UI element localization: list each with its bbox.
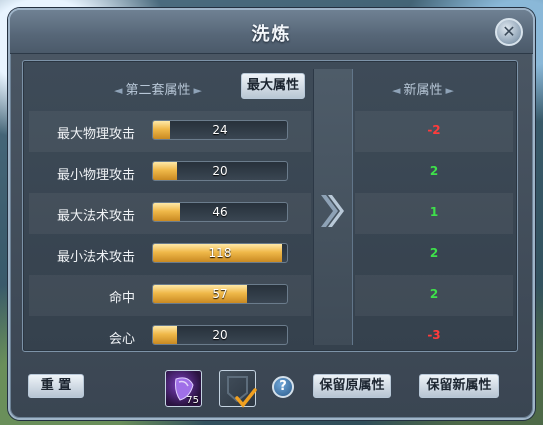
attribute-delta: 2	[429, 164, 439, 178]
attribute-label: 最大法术攻击	[56, 209, 135, 224]
title-bar[interactable]: 洗炼 ✕	[10, 10, 533, 54]
max-attributes-button[interactable]: 最大属性	[241, 73, 305, 99]
attribute-bar: 57	[152, 284, 288, 304]
refine-window: 洗炼 ✕ ◄ 第二套属性 ► 最大属性 ◄ 新属性 ► 最大物理攻击 24 -2 最小物…	[8, 8, 535, 420]
new-attributes-header: ◄ 新属性 ►	[389, 79, 457, 98]
attribute-row: 最小法术攻击 118 2	[23, 234, 519, 275]
attribute-value: 57	[212, 287, 228, 301]
new-attributes-title: 新属性	[403, 83, 443, 98]
ornament-right-icon: ►	[445, 84, 454, 97]
attribute-row: 最大法术攻击 46 1	[23, 193, 519, 234]
attribute-bar: 118	[152, 243, 288, 263]
checkmark-icon	[235, 388, 257, 408]
attribute-delta: 2	[429, 287, 439, 301]
ornament-right-icon: ►	[193, 84, 202, 97]
attribute-bar: 24	[152, 120, 288, 140]
help-button[interactable]: ?	[272, 376, 294, 398]
close-button[interactable]: ✕	[495, 18, 523, 46]
attribute-row: 命中 57 2	[23, 275, 519, 316]
attribute-bar: 20	[152, 161, 288, 181]
attribute-value: 20	[212, 328, 228, 342]
window-title: 洗炼	[251, 24, 292, 45]
attribute-label: 最大物理攻击	[56, 127, 135, 142]
attribute-value: 24	[212, 123, 228, 137]
keep-original-button[interactable]: 保留原属性	[313, 374, 391, 398]
ornament-left-icon: ◄	[392, 84, 401, 97]
attribute-delta: -3	[427, 328, 441, 342]
current-set-header: ◄ 第二套属性 ►	[111, 79, 205, 98]
current-set-title: 第二套属性	[125, 83, 191, 98]
attribute-label: 最小物理攻击	[56, 168, 135, 183]
attribute-row: 最大物理攻击 24 -2	[23, 111, 519, 152]
refine-stone-slot[interactable]: 75	[165, 370, 202, 407]
reset-button[interactable]: 重 置	[28, 374, 84, 398]
attribute-value: 20	[212, 164, 228, 178]
attribute-rows: 最大物理攻击 24 -2 最小物理攻击 20 2 最大法术攻击 46 1 最小法…	[23, 111, 519, 357]
attribute-row: 最小物理攻击 20 2	[23, 152, 519, 193]
attribute-panel: ◄ 第二套属性 ► 最大属性 ◄ 新属性 ► 最大物理攻击 24 -2 最小物理攻击 2…	[22, 60, 518, 352]
attribute-bar: 20	[152, 325, 288, 345]
attribute-label: 最小法术攻击	[56, 250, 135, 265]
item-count: 75	[186, 395, 199, 406]
attribute-value: 118	[208, 246, 232, 260]
close-icon: ✕	[502, 22, 516, 41]
ornament-left-icon: ◄	[114, 84, 123, 97]
attribute-bar: 46	[152, 202, 288, 222]
attribute-delta: 2	[429, 246, 439, 260]
attribute-label: 命中	[108, 291, 135, 306]
lock-checkbox-slot[interactable]	[219, 370, 257, 408]
attribute-delta: 1	[429, 205, 439, 219]
attribute-delta: -2	[427, 123, 441, 137]
keep-new-button[interactable]: 保留新属性	[419, 374, 499, 398]
attribute-label: 会心	[108, 332, 135, 347]
attribute-row: 会心 20 -3	[23, 316, 519, 357]
attribute-value: 46	[212, 205, 228, 219]
